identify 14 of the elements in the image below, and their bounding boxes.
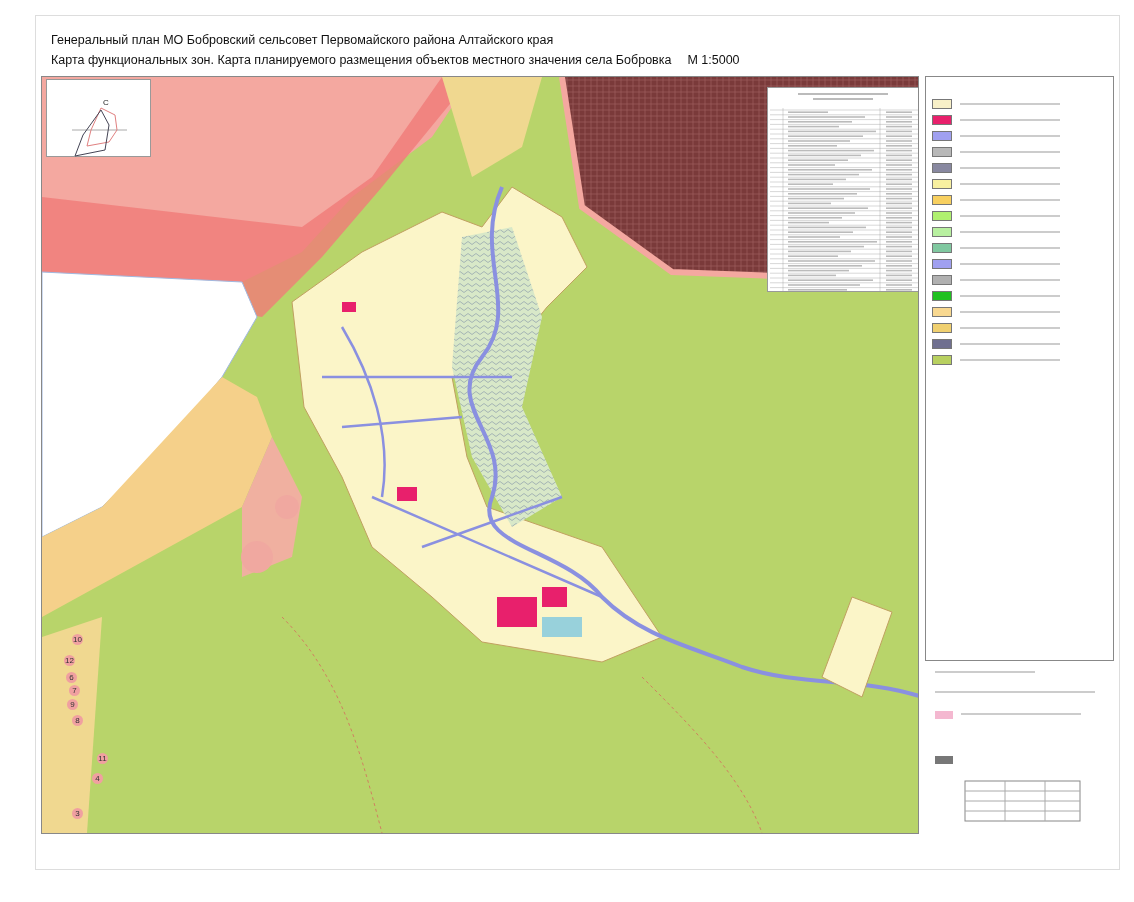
map-label: 6 (66, 672, 77, 683)
wind-rose-drawing (71, 107, 128, 157)
map-subtitle: Карта функциональных зон. Карта планируемого размещения объектов местного значения села Бобровка (51, 52, 672, 69)
map-label: 10 (72, 634, 83, 645)
map-label: 11 (97, 753, 108, 764)
map-title: Генеральный план МО Бобровский сельсовет Первомайского района Алтайского края (51, 32, 554, 49)
map-label: 8 (72, 715, 83, 726)
map-label: 12 (64, 655, 75, 666)
map-label: 9 (67, 699, 78, 710)
map-label: 4 (92, 773, 103, 784)
map-label: 7 (69, 685, 80, 696)
map-scale: М 1:5000 (687, 52, 740, 69)
north-label: С (103, 98, 109, 107)
map-label: 3 (72, 808, 83, 819)
